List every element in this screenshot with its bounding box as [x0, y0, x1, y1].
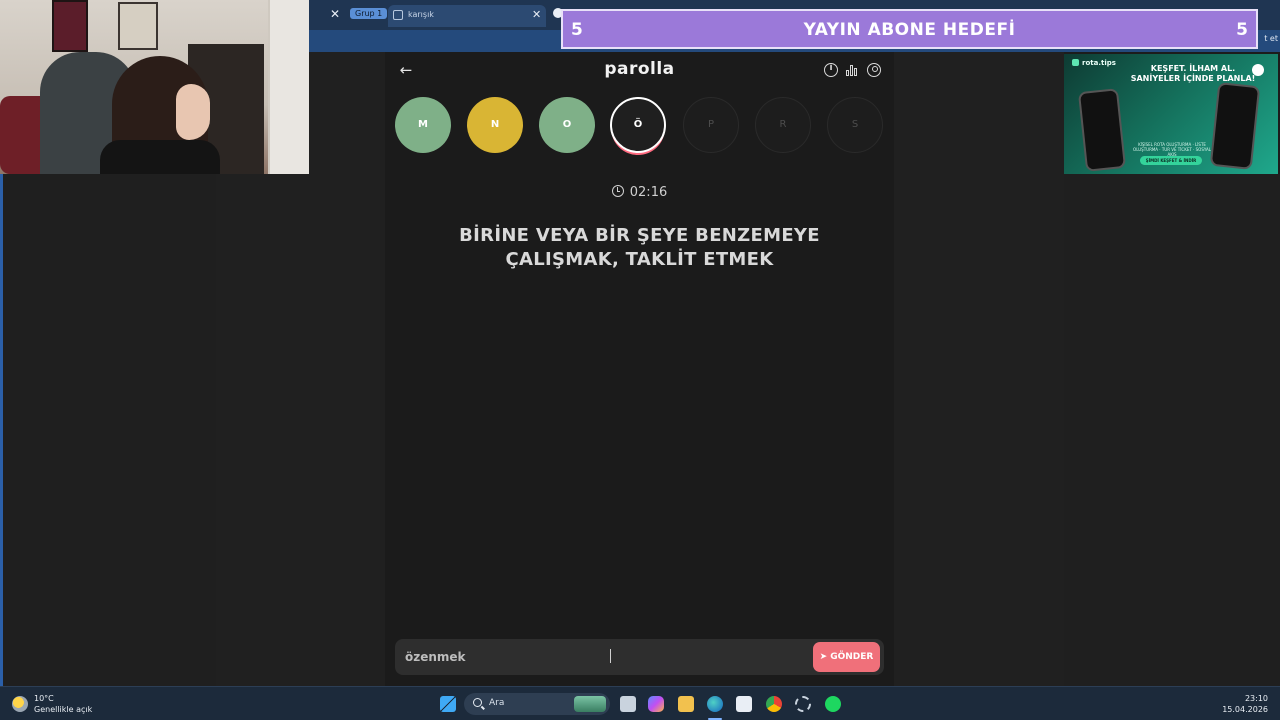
weather-description[interactable]: Genellikle açık [34, 705, 92, 714]
timer-value: 02:16 [629, 185, 668, 200]
letter-circle-oe-current: Ö [610, 97, 666, 153]
webcam-poster [52, 0, 88, 52]
ad-headline-line2: SANİYELER İÇİNDE PLANLA! [1130, 74, 1256, 83]
ad-headline-line1: KEŞFET. İLHAM AL. [1150, 64, 1236, 73]
ad-indicator-icon [1252, 64, 1264, 76]
clock-date[interactable]: 15.04.2026 [1222, 705, 1268, 714]
webcam-person-body [100, 140, 220, 174]
weather-temperature[interactable]: 10°C [34, 694, 54, 703]
question-text: BİRİNE VEYA BİR ŞEYE BENZEMEYE ÇALIŞMAK,… [459, 225, 820, 270]
ad-brand-name: rota.tips [1082, 59, 1116, 67]
letter-circle-s: S [827, 97, 883, 153]
stats-bar [854, 68, 857, 76]
task-view-icon[interactable] [620, 696, 636, 712]
webcam-overlay [0, 0, 309, 174]
webcam-poster [118, 2, 158, 50]
chrome-icon[interactable] [766, 696, 782, 712]
game-header: ← parolla [385, 52, 894, 88]
clock-time[interactable]: 23:10 [1245, 694, 1268, 703]
search-highlight-icon [574, 696, 606, 712]
spotify-icon[interactable] [825, 696, 841, 712]
taskbar: 10°C Genellikle açık Ara 23:10 15.04.202… [0, 686, 1280, 720]
file-explorer-icon[interactable] [678, 696, 694, 712]
send-button[interactable]: ➤ GÖNDER [813, 642, 880, 672]
window-edge [0, 174, 3, 686]
ad-phone-image [1209, 82, 1261, 170]
copilot-icon[interactable] [648, 696, 664, 712]
edge-browser-icon[interactable] [707, 696, 723, 712]
send-button-label: GÖNDER [830, 652, 874, 662]
send-icon: ➤ [819, 652, 828, 662]
stats-bar [850, 65, 853, 76]
text-cursor-icon [610, 649, 611, 663]
tab-title: karışık [408, 10, 434, 19]
side-panel-left [0, 174, 216, 686]
ad-brand: rota.tips [1072, 59, 1116, 67]
ad-headline: KEŞFET. İLHAM AL. SANİYELER İÇİNDE PLANL… [1128, 64, 1258, 84]
clock-icon [611, 185, 624, 197]
tab-favicon-icon [393, 10, 403, 20]
goal-title: YAYIN ABONE HEDEFİ [803, 20, 1016, 40]
letter-track: M N O Ö P R S [395, 97, 885, 159]
letter-circle-m: M [395, 97, 451, 153]
tab-group-label[interactable]: Grup 1 [350, 8, 388, 19]
subscriber-goal-banner: 5 YAYIN ABONE HEDEFİ 5 [561, 9, 1258, 49]
webcam-person-face [176, 84, 210, 140]
page-title: parolla [604, 59, 675, 79]
taskbar-search[interactable]: Ara [464, 693, 610, 715]
letter-circle-o: O [539, 97, 595, 153]
webcam-door [268, 0, 309, 174]
search-icon [473, 698, 482, 707]
info-icon[interactable] [824, 63, 838, 77]
ad-banner[interactable]: rota.tips KEŞFET. İLHAM AL. SANİYELER İÇ… [1064, 54, 1278, 174]
game-panel: ← parolla M N O Ö P R S 02:16 BİRİNE VEY… [385, 52, 894, 686]
ad-phone-image [1077, 88, 1127, 172]
ad-cta-button[interactable]: ŞİMDİ KEŞFET & İNDİR [1140, 156, 1202, 165]
answer-input[interactable] [395, 639, 805, 675]
letter-circle-r: R [755, 97, 811, 153]
letter-circle-n: N [467, 97, 523, 153]
weather-icon[interactable] [12, 696, 28, 712]
stats-icon[interactable] [845, 63, 859, 77]
ad-subtext: KİŞİSEL ROTA OLUŞTURMA · LİSTE OLUŞTURMA… [1133, 142, 1211, 157]
screen: ✕ Grup 1 karışık ✕ t et 5 YAYIN ABONE HE… [0, 0, 1280, 720]
user-icon[interactable] [867, 63, 881, 77]
tab-close-icon[interactable]: ✕ [330, 7, 340, 21]
timer: 02:16 [385, 185, 894, 200]
tab-close-icon[interactable]: ✕ [532, 8, 541, 21]
settings-icon[interactable] [795, 696, 811, 712]
letter-circle-p: P [683, 97, 739, 153]
address-bar-fragment: t et [1264, 34, 1278, 43]
search-placeholder: Ara [489, 698, 505, 708]
windows-start-icon[interactable] [440, 696, 456, 712]
browser-tab-active[interactable]: karışık ✕ [388, 5, 546, 27]
side-panel-right [1064, 174, 1280, 686]
page-background-right [894, 52, 1064, 686]
store-icon[interactable] [736, 696, 752, 712]
answer-bar: ➤GÖNDER [395, 639, 884, 675]
brand-logo-icon [1072, 59, 1079, 66]
stats-bar [846, 70, 849, 76]
goal-target-count: 5 [1236, 20, 1248, 40]
